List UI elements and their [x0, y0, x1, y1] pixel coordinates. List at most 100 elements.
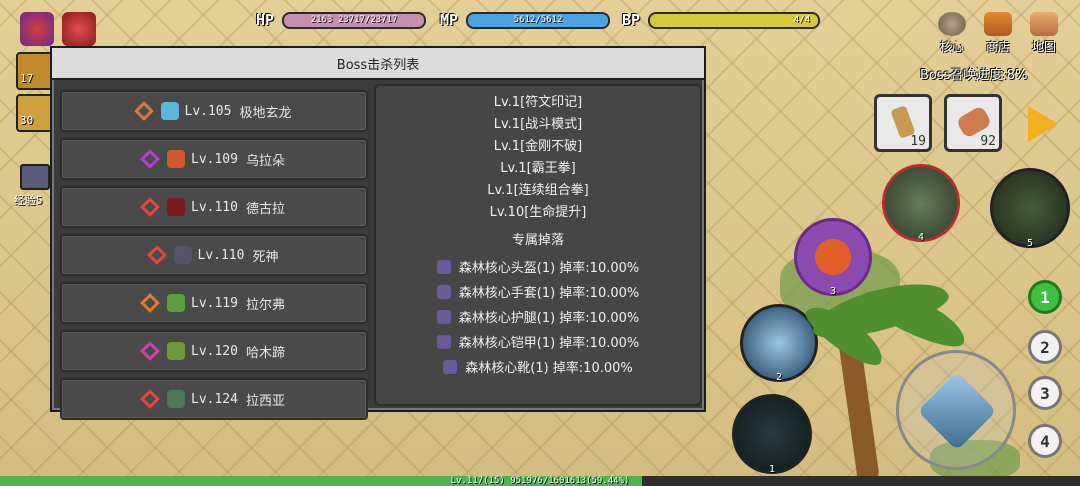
- map-label: 地图: [1031, 40, 1056, 54]
- boss-list: Lv.105 极地玄龙 Lv.109 乌拉朵 Lv.110 德古拉 Lv.110 死神 Lv.1…: [60, 90, 368, 426]
- boss-detail-panel[interactable]: Lv.1[符文印记] Lv.1[战斗模式] Lv.1[金刚不破] Lv.1[霸王拳] L…: [374, 84, 702, 406]
- boss-name: 极地玄龙: [239, 105, 292, 121]
- drop-item[interactable]: 森林核心头盔(1) 掉率:10.00%: [376, 254, 700, 279]
- map-button[interactable]: 地图: [1030, 12, 1058, 55]
- hp-value: 23717/23717: [337, 14, 398, 25]
- armor-icon: [436, 334, 451, 349]
- drop-text: 森林核心手套(1) 掉率:10.00%: [458, 286, 640, 301]
- boss-skill-line: Lv.1[符文印记]: [493, 95, 583, 110]
- boss-kill-list-modal: Boss击杀列表 Lv.105 极地玄龙 Lv.109 乌拉朵 Lv.110 德古拉 Lv.…: [50, 46, 706, 420]
- shop-icon: [984, 12, 1012, 36]
- slot-4[interactable]: 4: [1028, 424, 1062, 458]
- drop-list: 森林核心头盔(1) 掉率:10.00% 森林核心手套(1) 掉率:10.00% 森林…: [376, 254, 700, 379]
- armor-icon: [436, 284, 451, 299]
- shop-button[interactable]: 商店: [984, 12, 1012, 55]
- tv-icon[interactable]: [20, 164, 50, 190]
- boss-skill-line: Lv.1[金刚不破]: [493, 139, 583, 154]
- skill-3[interactable]: 3: [794, 218, 872, 297]
- slot-1[interactable]: 1: [1028, 280, 1062, 314]
- boss-list-item[interactable]: Lv.124 拉西亚: [60, 378, 368, 420]
- boss-name: 乌拉朵: [245, 153, 285, 169]
- skill-4-num: 4: [917, 232, 925, 243]
- slot-2[interactable]: 2: [1028, 330, 1062, 364]
- drop-text: 森林核心铠甲(1) 掉率:10.00%: [458, 336, 640, 351]
- boss-level: Lv.110: [191, 199, 238, 215]
- boss-name: 哈木蹄: [245, 345, 285, 361]
- boss-sprite-icon: [167, 390, 185, 408]
- boss-level: Lv.120: [191, 343, 238, 359]
- skill-1[interactable]: 1: [732, 394, 812, 475]
- boss-name: 拉尔弗: [245, 297, 285, 313]
- hp-bar: 2163 23717/23717: [282, 11, 427, 29]
- skill-3-num: 3: [829, 286, 837, 297]
- xp-text: Lv.117(15) 951976/1601613(59.44%): [450, 476, 630, 486]
- left-item-2-count: 30: [20, 114, 34, 127]
- boss-name: 拉西亚: [245, 393, 285, 409]
- boss-list-item[interactable]: Lv.120 哈木蹄: [60, 330, 368, 372]
- boss-sprite-icon: [167, 198, 185, 216]
- drop-text: 森林核心靴(1) 掉率:10.00%: [465, 361, 633, 376]
- core-label: 核心: [939, 40, 964, 54]
- hp-text: 2163 23717/23717: [284, 14, 424, 27]
- skill-4[interactable]: 4: [882, 164, 960, 243]
- rank-diamond-icon: [140, 197, 160, 217]
- boss-list-item[interactable]: Lv.109 乌拉朵: [60, 138, 368, 180]
- next-arrow-icon[interactable]: [1028, 106, 1058, 142]
- slot-3[interactable]: 3: [1028, 376, 1062, 410]
- boss-list-item[interactable]: Lv.110 死神: [60, 234, 368, 276]
- core-button[interactable]: 核心: [938, 12, 966, 55]
- modal-title: Boss击杀列表: [52, 48, 704, 80]
- boss-sprite-icon: [167, 294, 185, 312]
- rank-diamond-icon: [140, 293, 160, 313]
- inventory-item-1[interactable]: 19: [874, 94, 932, 152]
- boss-level: Lv.109: [191, 151, 238, 167]
- hp-level: 2163: [310, 14, 333, 25]
- boss-name: 德古拉: [245, 201, 285, 217]
- rank-diamond-icon: [140, 149, 160, 169]
- boss-sprite-icon: [173, 246, 192, 264]
- skill-2-num: 2: [775, 372, 783, 383]
- character-icon[interactable]: [20, 12, 54, 46]
- boss-skill-line: Lv.10[生命提升]: [489, 205, 587, 220]
- armor-icon: [436, 259, 451, 274]
- drop-item[interactable]: 森林核心靴(1) 掉率:10.00%: [376, 354, 700, 379]
- map-icon: [1030, 12, 1058, 36]
- bp-bar-group: BP 4/4: [622, 10, 821, 30]
- hp-label: HP: [256, 11, 275, 29]
- exp-label: 经验5: [14, 194, 43, 207]
- boss-sprite-icon: [167, 150, 185, 168]
- boss-skill-line: Lv.1[连续组合拳]: [487, 183, 589, 198]
- rank-diamond-icon: [133, 101, 154, 121]
- mp-label: MP: [440, 11, 459, 29]
- drops-title: 专属掉落: [511, 233, 564, 248]
- boss-level: Lv.110: [197, 247, 245, 263]
- boss-sprite-icon: [160, 102, 179, 120]
- drop-text: 森林核心护腿(1) 掉率:10.00%: [458, 311, 640, 326]
- skill-5-num: 5: [1026, 238, 1034, 249]
- boss-skill-line: Lv.1[霸王拳]: [500, 161, 576, 176]
- mp-bar-group: MP 5612/5612: [440, 10, 611, 30]
- bp-bar: 4/4: [648, 11, 821, 29]
- attack-button[interactable]: [896, 350, 1016, 470]
- inventory-item-2-count: 92: [980, 134, 996, 149]
- left-item-1-count: 17: [20, 72, 34, 85]
- inventory-item-1-count: 19: [910, 134, 926, 149]
- drop-item[interactable]: 森林核心铠甲(1) 掉率:10.00%: [376, 329, 700, 354]
- boss-list-item[interactable]: Lv.105 极地玄龙: [60, 90, 368, 132]
- boss-name: 死神: [252, 249, 279, 265]
- boss-level: Lv.124: [191, 391, 238, 407]
- skill-5[interactable]: 5: [990, 168, 1070, 249]
- drop-item[interactable]: 森林核心手套(1) 掉率:10.00%: [376, 279, 700, 304]
- bp-label: BP: [622, 11, 641, 29]
- drop-item[interactable]: 森林核心护腿(1) 掉率:10.00%: [376, 304, 700, 329]
- rank-diamond-icon: [140, 341, 160, 361]
- rank-diamond-icon: [140, 389, 160, 409]
- boss-list-item[interactable]: Lv.119 拉尔弗: [60, 282, 368, 324]
- inventory-item-2[interactable]: 92: [944, 94, 1002, 152]
- demon-mask-icon[interactable]: [62, 12, 96, 46]
- hp-bar-group: HP 2163 23717/23717: [256, 10, 427, 30]
- summon-progress: Boss召唤进度:8%: [920, 68, 1028, 83]
- mp-bar: 5612/5612: [466, 11, 611, 29]
- axe-icon: [917, 371, 997, 451]
- boss-list-item[interactable]: Lv.110 德古拉: [60, 186, 368, 228]
